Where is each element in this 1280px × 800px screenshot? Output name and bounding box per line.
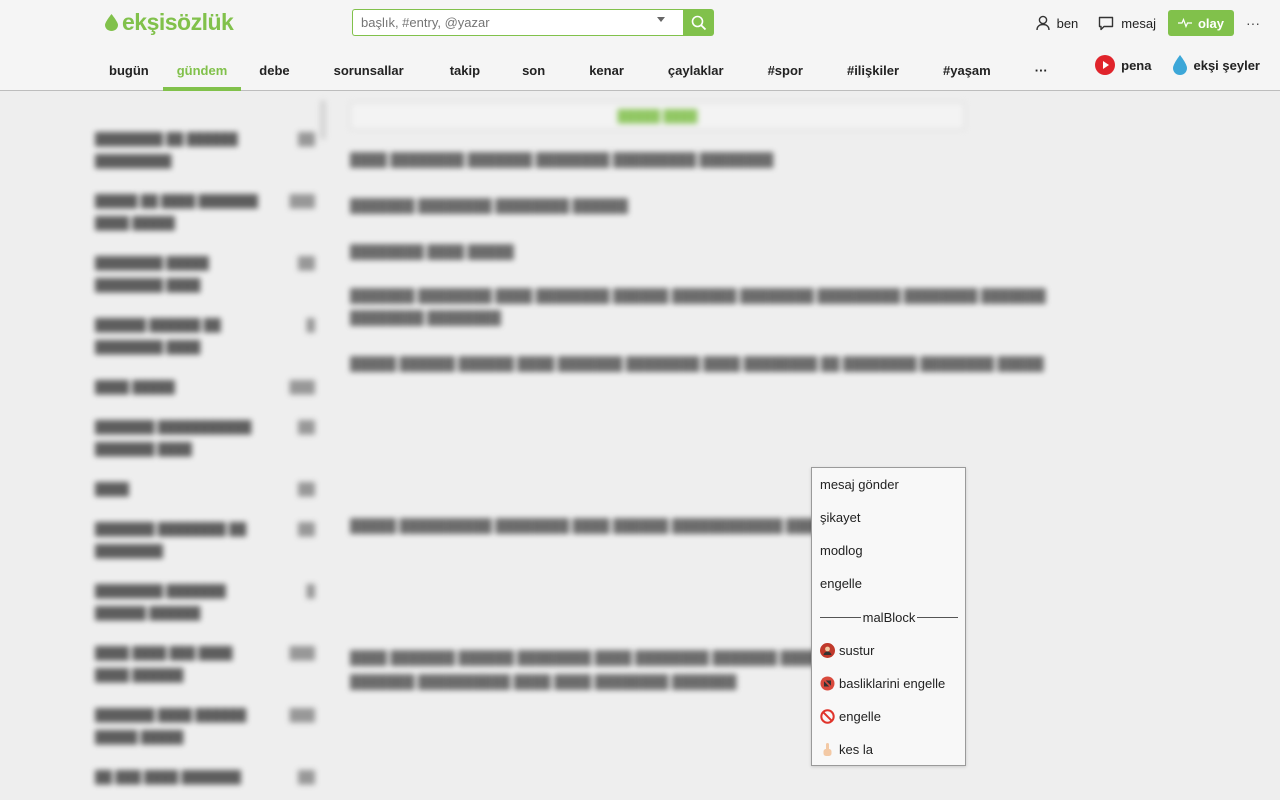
mute-icon [820, 642, 835, 658]
sidebar-topic: ████████ ██ ██████ █████████ ██ [95, 132, 315, 168]
eksi-seyler-label: ekşi şeyler [1193, 57, 1260, 73]
sidebar-topic: ███████ ████████ ██ ████████ ██ [95, 522, 315, 558]
entry-line: ███████ ████████ ████ ████████ ██████ ██… [350, 288, 1046, 303]
menu-item-block[interactable]: engelle [820, 573, 862, 593]
nav-right-links: pena ekşi şeyler [1073, 55, 1260, 75]
separator-line [820, 616, 861, 618]
menu-item-label: engelle [839, 708, 881, 724]
nav-tabs: bugün gündem debe sorunsallar takip son … [95, 50, 1070, 91]
profile-link[interactable]: ben [1035, 15, 1079, 31]
tab-kenar[interactable]: kenar [567, 50, 646, 90]
sidebar-topic: ████████ █████ ████████ ████ ██ [95, 256, 315, 292]
menu-item-label: engelle [820, 575, 862, 591]
sidebar-topic: ███████ ████ ██████ █████ █████ ███ [95, 708, 315, 744]
entry-line: ███████ ████████ ████████ ██████ [350, 198, 628, 213]
sidebar-topic: ████ ██ [95, 482, 315, 496]
logo-text: ekşisözlük [122, 9, 234, 35]
blurred-background: ████████ ██ ██████ █████████ ██ █████ ██ █… [0, 92, 1280, 800]
pulse-icon [1177, 18, 1192, 28]
menu-item-kes-la[interactable]: kes la [820, 739, 873, 759]
tab-yasam[interactable]: #yaşam [921, 50, 1013, 90]
pena-icon [1095, 55, 1116, 75]
tab-caylaklar[interactable]: çaylaklar [646, 50, 746, 90]
menu-item-label: şikayet [820, 509, 861, 525]
tab-iliskiler[interactable]: #ilişkiler [825, 50, 921, 90]
drop-logo-icon [105, 14, 118, 31]
sidebar-topic: ██████ ██████ ██ ████████ ████ █ [95, 318, 315, 354]
more-options-icon[interactable]: ··· [1246, 15, 1260, 31]
menu-item-block-titles[interactable]: basliklarini engelle [820, 673, 945, 693]
sidebar-topic: ████████ ███████ ██████ ██████ █ [95, 584, 315, 620]
search-button[interactable] [683, 9, 714, 36]
entry-line: ████ ████████ ███████ ████████ █████████… [350, 152, 774, 167]
tab-bugun[interactable]: bugün [95, 50, 163, 90]
menu-item-label: kes la [839, 741, 873, 757]
water-drop-icon [1173, 55, 1188, 75]
author-context-menu: mesaj gönder şikayet modlog engelle malB… [811, 467, 966, 766]
malblock-title: malBlock [862, 609, 916, 625]
search-box [352, 9, 714, 36]
pena-label: pena [1121, 57, 1152, 73]
user-menu: ben mesaj olay ··· [1016, 10, 1260, 36]
profile-label: ben [1056, 15, 1079, 31]
menu-item-label: mesaj gönder [820, 476, 899, 492]
olay-button[interactable]: olay [1167, 10, 1234, 36]
tab-spor[interactable]: #spor [746, 50, 825, 90]
malblock-separator: malBlock [820, 607, 958, 627]
entry-line: █████ ██████ ██████ ████ ███████ ███████… [350, 356, 1044, 371]
menu-item-modlog[interactable]: modlog [820, 540, 863, 560]
search-dropdown-icon[interactable] [657, 17, 665, 22]
sidebar-topic: ██ ███ ████ ███████ ██ [95, 770, 315, 784]
site-logo[interactable]: ekşisözlük [105, 9, 234, 36]
pena-link[interactable]: pena [1095, 55, 1151, 75]
menu-item-label: sustur [839, 642, 875, 658]
olay-label: olay [1197, 15, 1224, 31]
menu-item-mute[interactable]: sustur [820, 640, 874, 660]
message-label: mesaj [1121, 15, 1156, 31]
tab-son[interactable]: son [500, 50, 567, 90]
sidebar-topic: ████ █████ ███ [95, 380, 315, 394]
separator-line [917, 616, 958, 618]
sidebar-scrollbar [320, 100, 326, 140]
tab-debe[interactable]: debe [241, 50, 307, 90]
tab-more[interactable]: ··· [1013, 50, 1070, 90]
entry-line: █████ ██████████ ████████ ████ ██████ ██… [350, 518, 860, 533]
tab-sorunsallar[interactable]: sorunsallar [308, 50, 430, 90]
menu-item-prohibit[interactable]: engelle [820, 706, 881, 726]
block-titles-icon [820, 676, 835, 691]
menu-item-report[interactable]: şikayet [820, 507, 860, 527]
menu-item-label: modlog [820, 542, 863, 558]
entry-line: ████████ ████████ [350, 310, 501, 325]
entry-line: ████ ███████ ██████ ████████ ████ ██████… [350, 650, 827, 665]
sidebar-topic: ████ ████ ███ ████ ████ ██████ ███ [95, 646, 315, 682]
top-bar: ekşisözlük ben mesaj olay ··· bugün günd… [0, 0, 1280, 91]
prohibited-icon [820, 708, 835, 724]
user-icon [1035, 15, 1050, 31]
search-input[interactable] [352, 9, 683, 36]
search-icon [691, 15, 706, 30]
blurred-box: █████ ████ [350, 102, 965, 130]
finger-icon [820, 742, 835, 757]
message-icon [1099, 16, 1114, 30]
tab-takip[interactable]: takip [430, 50, 500, 90]
sidebar-topic: ███████ ███████████ ███████ ████ ██ [95, 420, 315, 456]
sidebar-topic: █████ ██ ████ ███████ ████ █████ ███ [95, 194, 315, 230]
menu-item-send-message[interactable]: mesaj gönder [820, 474, 899, 494]
message-link[interactable]: mesaj [1098, 16, 1156, 31]
entry-line: ███████ ██████████ ████ ████ ████████ ██… [350, 674, 737, 689]
eksi-seyler-link[interactable]: ekşi şeyler [1173, 55, 1260, 75]
menu-item-label: basliklarini engelle [839, 675, 946, 691]
entry-line: ████████ ████ █████ [350, 244, 514, 259]
tab-gundem[interactable]: gündem [162, 50, 242, 91]
